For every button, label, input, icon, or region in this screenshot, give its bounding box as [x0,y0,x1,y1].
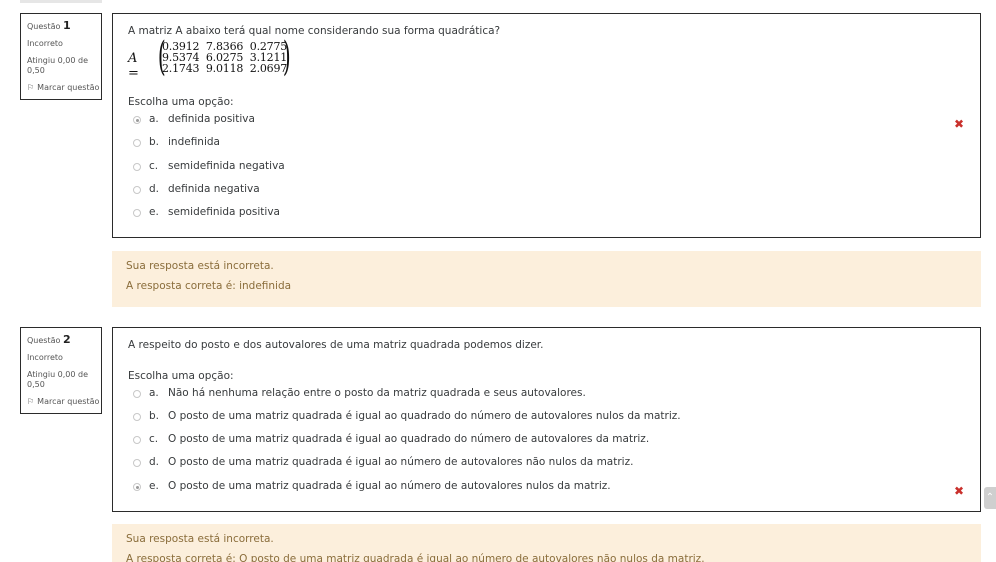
radio-button[interactable] [133,116,141,124]
radio-button[interactable] [133,163,141,171]
radio-button[interactable] [133,483,141,491]
question-state: Incorreto [27,353,63,362]
incorrect-icon: ✖ [953,484,964,498]
radio-button[interactable] [133,413,141,421]
question-content-1: A matriz A abaixo terá qual nome conside… [112,13,981,238]
question-grade: Atingiu 0,00 de 0,50 [27,370,89,389]
question-number: Questão 2 [27,333,71,346]
question-grade: Atingiu 0,00 de 0,50 [27,56,89,75]
choose-prompt: Escolha uma opção: [128,96,234,108]
chevron-up-icon: ⌃ [985,492,995,503]
feedback-status: Sua resposta está incorreta. [126,260,274,272]
radio-button[interactable] [133,139,141,147]
radio-button[interactable] [133,459,141,467]
choose-prompt: Escolha uma opção: [128,370,234,382]
matrix-lhs: A = [128,51,139,81]
feedback-correct-answer: A resposta correta é: indefinida [126,280,292,292]
question-state: Incorreto [27,39,63,48]
matrix-row: 2.1743 9.0118 2.0697 [162,62,288,75]
radio-button[interactable] [133,209,141,217]
scroll-to-top-button[interactable]: ⌃ [984,487,996,509]
radio-button[interactable] [133,186,141,194]
incorrect-icon: ✖ [953,117,964,131]
question-content-2: A respeito do posto e dos autovalores de… [112,327,981,512]
question-info-1: Questão 1 Incorreto Atingiu 0,00 de 0,50… [20,13,102,100]
flag-question-link[interactable]: ⚐ Marcar questão [27,397,101,407]
feedback-box-2: Sua resposta está incorreta. A resposta … [112,524,981,562]
flag-icon: ⚐ [27,83,35,92]
question-text: A matriz A abaixo terá qual nome conside… [128,25,501,37]
matrix-rows: 0.3912 7.8366 0.2775 9.5374 6.0275 3.1211… [162,41,287,74]
flag-question-link[interactable]: ⚐ Marcar questão [27,83,101,93]
flag-icon: ⚐ [27,397,35,406]
question-text: A respeito do posto e dos autovalores de… [128,339,544,351]
radio-button[interactable] [133,390,141,398]
radio-button[interactable] [133,436,141,444]
feedback-correct-answer: A resposta correta é: O posto de uma mat… [126,553,705,562]
feedback-status: Sua resposta está incorreta. [126,533,274,545]
top-tab [20,0,102,3]
question-number: Questão 1 [27,19,71,32]
question-info-2: Questão 2 Incorreto Atingiu 0,00 de 0,50… [20,327,102,414]
feedback-box-1: Sua resposta está incorreta. A resposta … [112,251,981,307]
right-paren: ) [282,34,291,80]
